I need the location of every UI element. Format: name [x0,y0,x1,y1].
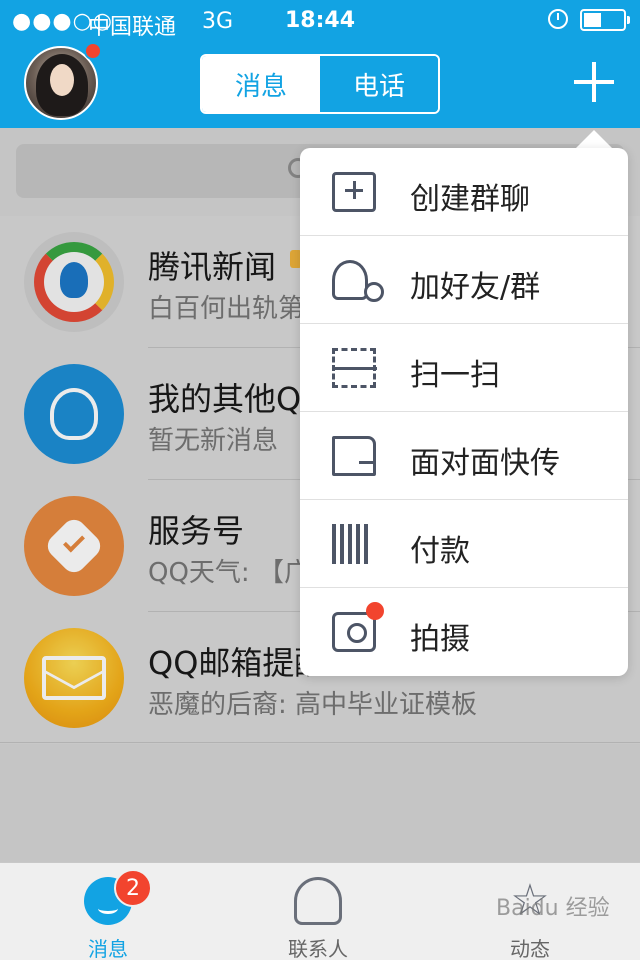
menu-item-create-group[interactable]: 创建群聊 [300,148,628,236]
menu-item-camera[interactable]: 拍摄 [300,588,628,676]
alarm-icon [548,9,568,29]
menu-item-face-to-face-transfer[interactable]: 面对面快传 [300,412,628,500]
status-bar: ●●●○○ 中国联通 3G 18:44 [0,0,640,40]
menu-item-payment[interactable]: 付款 [300,500,628,588]
create-group-icon [332,172,376,212]
add-friend-icon [332,260,368,300]
menu-item-add-friend[interactable]: 加好友/群 [300,236,628,324]
plus-icon[interactable] [574,62,614,102]
menu-item-label: 创建群聊 [410,182,530,217]
tab-bar-contacts[interactable]: 联系人 [238,863,398,960]
menu-item-label: 付款 [410,534,470,569]
battery-level [584,13,602,27]
tab-messages[interactable]: 消息 [202,56,320,112]
tab-bar-messages[interactable]: 消息 [28,863,188,960]
contacts-icon [294,877,342,925]
battery-icon [580,9,630,31]
avatar-notification-dot [84,42,102,60]
menu-item-scan[interactable]: 扫一扫 [300,324,628,412]
camera-notification-dot [366,602,384,620]
menu-pointer [574,130,614,150]
tab-label: 消息 [88,937,128,960]
unread-badge: 2 [114,869,152,907]
menu-item-label: 面对面快传 [410,446,560,481]
menu-item-label: 扫一扫 [410,358,500,393]
add-plus-icon [364,282,384,302]
menu-item-label: 拍摄 [410,622,470,657]
barcode-payment-icon [332,524,370,564]
top-header: ●●●○○ 中国联通 3G 18:44 消息 电话 [0,0,640,128]
menu-item-label: 加好友/群 [410,270,541,305]
tab-label: 动态 [510,937,550,960]
watermark: Baidu 经验 [496,896,610,921]
tab-label: 联系人 [288,937,348,960]
avatar-face [50,64,74,96]
tab-phone[interactable]: 电话 [320,56,438,112]
face-to-face-transfer-icon [332,436,376,476]
message-phone-segmented-control: 消息 电话 [200,54,440,114]
plus-dropdown-menu: 创建群聊 加好友/群 扫一扫 面对面快传 付款 拍摄 [300,148,628,676]
scan-icon [332,348,377,388]
clock: 18:44 [284,8,356,33]
